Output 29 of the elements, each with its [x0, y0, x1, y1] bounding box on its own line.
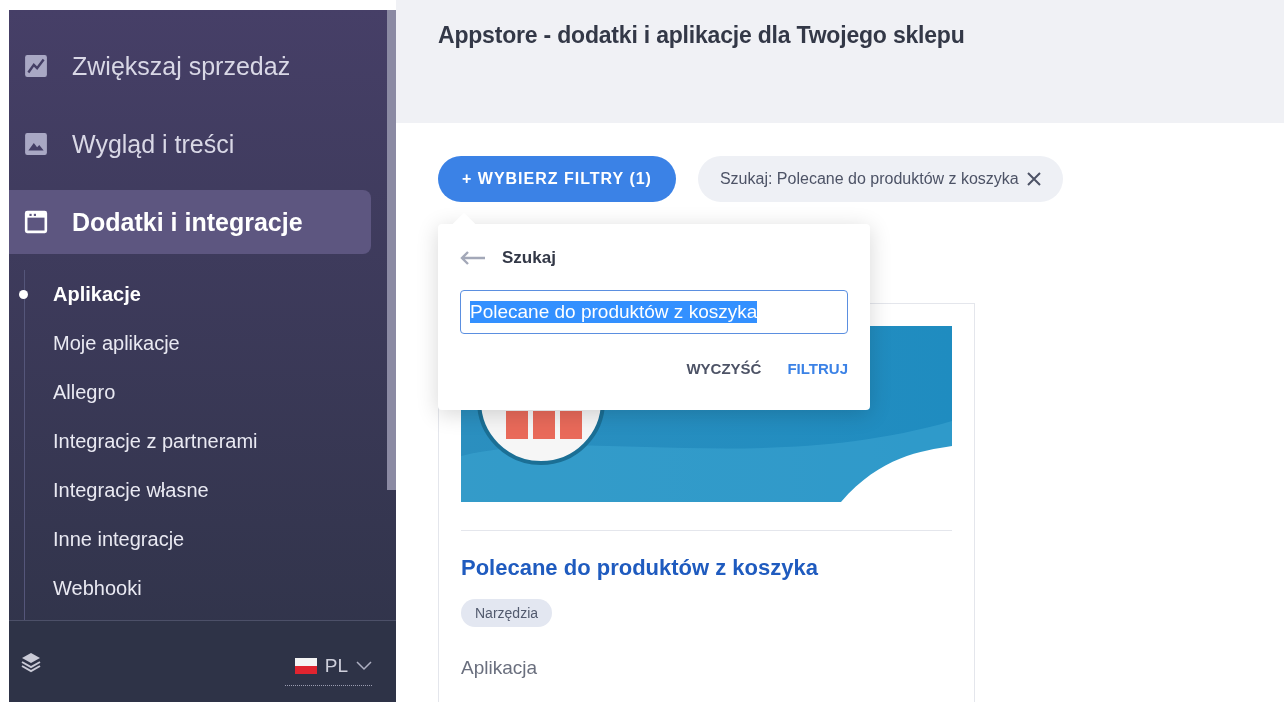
sidebar-section[interactable]: Dodatki i integracje — [9, 190, 371, 254]
app-title-link[interactable]: Polecane do produktów z koszyka — [461, 555, 952, 581]
filter-button[interactable]: FILTRUJ — [787, 360, 848, 377]
sidebar-subitem[interactable]: Integracje własne — [9, 466, 396, 515]
popover-title: Szukaj — [502, 248, 556, 268]
sidebar-section[interactable]: Wygląd i treści — [9, 112, 371, 176]
sidebar-subitem[interactable]: Aplikacje — [9, 270, 396, 319]
app-type-label: Aplikacja — [461, 657, 539, 679]
sidebar-subitem[interactable]: Inne integracje — [9, 515, 396, 564]
active-filter-chip[interactable]: Szukaj: Polecane do produktów z koszyka — [697, 156, 1063, 202]
scrollbar[interactable] — [387, 10, 396, 490]
sidebar-subitem[interactable]: Allegro — [9, 368, 396, 417]
sidebar-section[interactable]: Zwiększaj sprzedaż — [9, 34, 371, 98]
chart-icon — [24, 54, 48, 78]
category-tag: Narzędzia — [461, 599, 553, 627]
choose-filters-button[interactable]: + WYBIERZ FILTRY (1) — [438, 156, 676, 202]
close-icon[interactable] — [1026, 172, 1041, 186]
page-title: Appstore - dodatki i aplikacje dla Twojego sklepu — [438, 22, 966, 49]
chevron-down-icon — [356, 661, 372, 671]
flag-icon — [294, 658, 317, 674]
clear-button[interactable]: WYCZYŚĆ — [686, 360, 762, 377]
sidebar-subitem[interactable]: Moje aplikacje — [9, 319, 396, 368]
window-icon — [24, 210, 48, 234]
sidebar-subitem[interactable]: Integracje z partnerami — [9, 417, 396, 466]
active-dot — [19, 290, 28, 299]
image-icon — [24, 132, 48, 156]
layers-icon[interactable] — [20, 650, 42, 673]
language-selector[interactable]: PL — [284, 649, 372, 686]
sidebar-subitem[interactable]: Webhooki — [9, 564, 396, 613]
